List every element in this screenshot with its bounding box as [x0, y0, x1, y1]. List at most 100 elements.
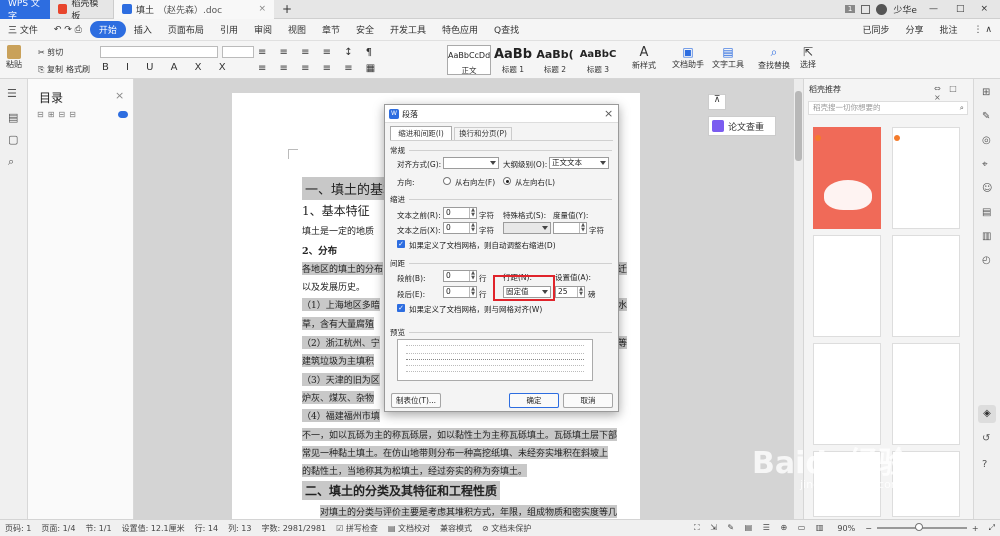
new-style-button[interactable]: A 新样式	[632, 45, 656, 71]
measure-input[interactable]: ▲ ▼	[553, 222, 587, 234]
dialog-close-icon[interactable]: ×	[604, 107, 613, 120]
align-select[interactable]	[443, 157, 499, 169]
spinner-icon[interactable]: ▲ ▼	[469, 223, 476, 233]
style-heading3[interactable]: AaBbC 标题 3	[576, 45, 620, 75]
close-tab-icon[interactable]: ×	[258, 4, 266, 14]
help-icon[interactable]: ?	[982, 459, 987, 470]
alignment-buttons[interactable]: ≡ ≡ ≡ ≡ ≡ ▦	[258, 63, 380, 74]
template-tab[interactable]: 稻壳模板	[50, 0, 114, 22]
grid-indent-checkbox[interactable]: ✓	[397, 240, 405, 248]
zoom-slider[interactable]	[876, 523, 967, 531]
tab-line-page-break[interactable]: 换行和分页(P)	[454, 127, 512, 140]
compat-mode[interactable]: 兼容模式	[435, 523, 477, 534]
history-icon[interactable]: ↺	[982, 433, 990, 444]
template-thumb-4[interactable]	[892, 235, 960, 337]
font-size-select[interactable]	[222, 46, 254, 58]
ltr-radio[interactable]	[503, 177, 511, 185]
spinner-icon[interactable]: ▲ ▼	[469, 287, 476, 297]
recommend-search-input[interactable]: 稻壳搜一切你想要的 ⌕	[808, 101, 968, 115]
essay-check-button[interactable]: 论文查重	[708, 116, 776, 136]
doc-protect[interactable]: ⊘ 文档未保护	[477, 523, 536, 534]
menu-view[interactable]: 视图	[280, 23, 314, 36]
menu-security[interactable]: 安全	[348, 23, 382, 36]
strip-icon-2[interactable]: ✎	[982, 111, 990, 122]
bookmark-icon[interactable]: ▢	[8, 133, 18, 146]
menu-review[interactable]: 审阅	[246, 23, 280, 36]
before-text-input[interactable]: 0 ▲ ▼	[443, 207, 477, 219]
menu-search[interactable]: Q查找	[486, 23, 527, 36]
avatar[interactable]	[876, 3, 888, 15]
template-thumb-1[interactable]	[813, 127, 881, 229]
fit-icon[interactable]: ⤢	[984, 523, 1000, 533]
panel-controls[interactable]: ⇔ □ ×	[934, 84, 973, 102]
menu-start[interactable]: 开始	[89, 21, 126, 38]
recommend-search-icon[interactable]: ⌕	[960, 102, 964, 114]
doc-proof[interactable]: ▤ 文档校对	[383, 523, 435, 534]
setting-input[interactable]: 25 ▲ ▼	[555, 286, 585, 298]
collapse-icon[interactable]: ⊼	[708, 94, 726, 110]
outline-icon[interactable]: ☰	[7, 87, 17, 100]
menu-chapter[interactable]: 章节	[314, 23, 348, 36]
find-replace-button[interactable]: ⌕ 查找替换	[758, 45, 790, 71]
menu-reference[interactable]: 引用	[212, 23, 246, 36]
strip-icon-active[interactable]: ◈	[978, 405, 996, 423]
select-button[interactable]: ⇱ 选择	[800, 45, 816, 70]
after-para-input[interactable]: 0 ▲ ▼	[443, 286, 477, 298]
after-para-unit[interactable]: 行	[479, 289, 487, 300]
minimize-icon[interactable]: —	[923, 4, 944, 14]
before-text-unit[interactable]: 字符	[479, 210, 494, 221]
style-normal[interactable]: AaBbCcDd 正文	[447, 45, 491, 75]
zoom-level[interactable]: 90%	[832, 524, 860, 533]
after-text-input[interactable]: 0 ▲ ▼	[443, 222, 477, 234]
strip-icon-4[interactable]: ⌖	[982, 159, 988, 170]
rtl-radio[interactable]	[443, 177, 451, 185]
after-text-unit[interactable]: 字符	[479, 225, 494, 236]
cancel-button[interactable]: 取消	[563, 393, 613, 408]
notification-badge[interactable]: 1	[844, 5, 856, 13]
sync-status[interactable]: 已同步	[855, 23, 898, 36]
search-icon[interactable]: ⌕	[8, 155, 14, 169]
spell-check[interactable]: ☑ 拼写检查	[331, 523, 383, 534]
tabs-button[interactable]: 制表位(T)...	[391, 393, 441, 408]
style-heading2[interactable]: AaBb( 标题 2	[535, 45, 575, 75]
status-section[interactable]: 节: 1/1	[80, 523, 116, 534]
text-tools-button[interactable]: ▤ 文字工具	[712, 45, 744, 70]
paste-button[interactable]: 粘贴	[6, 45, 22, 70]
style-heading1[interactable]: AaBb 标题 1	[492, 45, 534, 75]
spinner-icon[interactable]: ▲ ▼	[577, 287, 584, 297]
zoom-in-icon[interactable]: +	[967, 524, 984, 533]
spinner-icon[interactable]: ▲ ▼	[469, 271, 476, 281]
status-col[interactable]: 列: 13	[223, 523, 256, 534]
toc-close-icon[interactable]: ×	[115, 89, 124, 102]
spinner-icon[interactable]: ▲ ▼	[579, 223, 586, 233]
scrollbar-thumb[interactable]	[795, 91, 802, 161]
measure-unit[interactable]: 字符	[589, 225, 604, 236]
paragraph-buttons[interactable]: ≡ ≡ ≡ ≡ ↕ ¶	[258, 47, 377, 58]
grid-icon[interactable]	[861, 4, 871, 14]
strip-icon-6[interactable]: ▤	[982, 207, 991, 218]
template-thumb-3[interactable]	[813, 235, 881, 337]
strip-icon-5[interactable]: ☺	[982, 183, 992, 194]
font-style-buttons[interactable]: B I U A X X	[102, 62, 233, 73]
strip-icon-8[interactable]: ◴	[982, 255, 991, 266]
zoom-slider-thumb[interactable]	[914, 523, 923, 531]
template-thumb-5[interactable]	[813, 343, 881, 445]
grid-snap-checkbox[interactable]: ✓	[397, 304, 405, 312]
before-para-unit[interactable]: 行	[479, 273, 487, 284]
share-button[interactable]: 分享	[898, 23, 932, 36]
strip-icon-1[interactable]: ⊞	[982, 87, 990, 98]
strip-icon-7[interactable]: ▥	[982, 231, 991, 242]
user-name[interactable]: 少华e	[893, 3, 917, 16]
page-icon[interactable]: ▤	[8, 111, 18, 124]
menu-page-layout[interactable]: 页面布局	[160, 23, 212, 36]
wps-app-tab[interactable]: WPS 文字	[0, 0, 50, 22]
more-icon[interactable]: ⋮ ∧	[966, 25, 1000, 35]
new-tab-button[interactable]: +	[274, 0, 300, 19]
before-para-input[interactable]: 0 ▲ ▼	[443, 270, 477, 282]
menu-file[interactable]: 三 文件	[0, 23, 46, 36]
view-mode-icons[interactable]: ⛶ ⇲ ✎ ▤ ☰ ⊕ ▭ ▥	[689, 523, 832, 533]
undo-icon[interactable]: ↶ ↷ ⎙	[46, 25, 90, 35]
format-painter-button[interactable]: 格式刷	[66, 64, 90, 75]
toc-toggle[interactable]	[118, 111, 128, 118]
status-setting[interactable]: 设置值: 12.1厘米	[117, 523, 190, 534]
